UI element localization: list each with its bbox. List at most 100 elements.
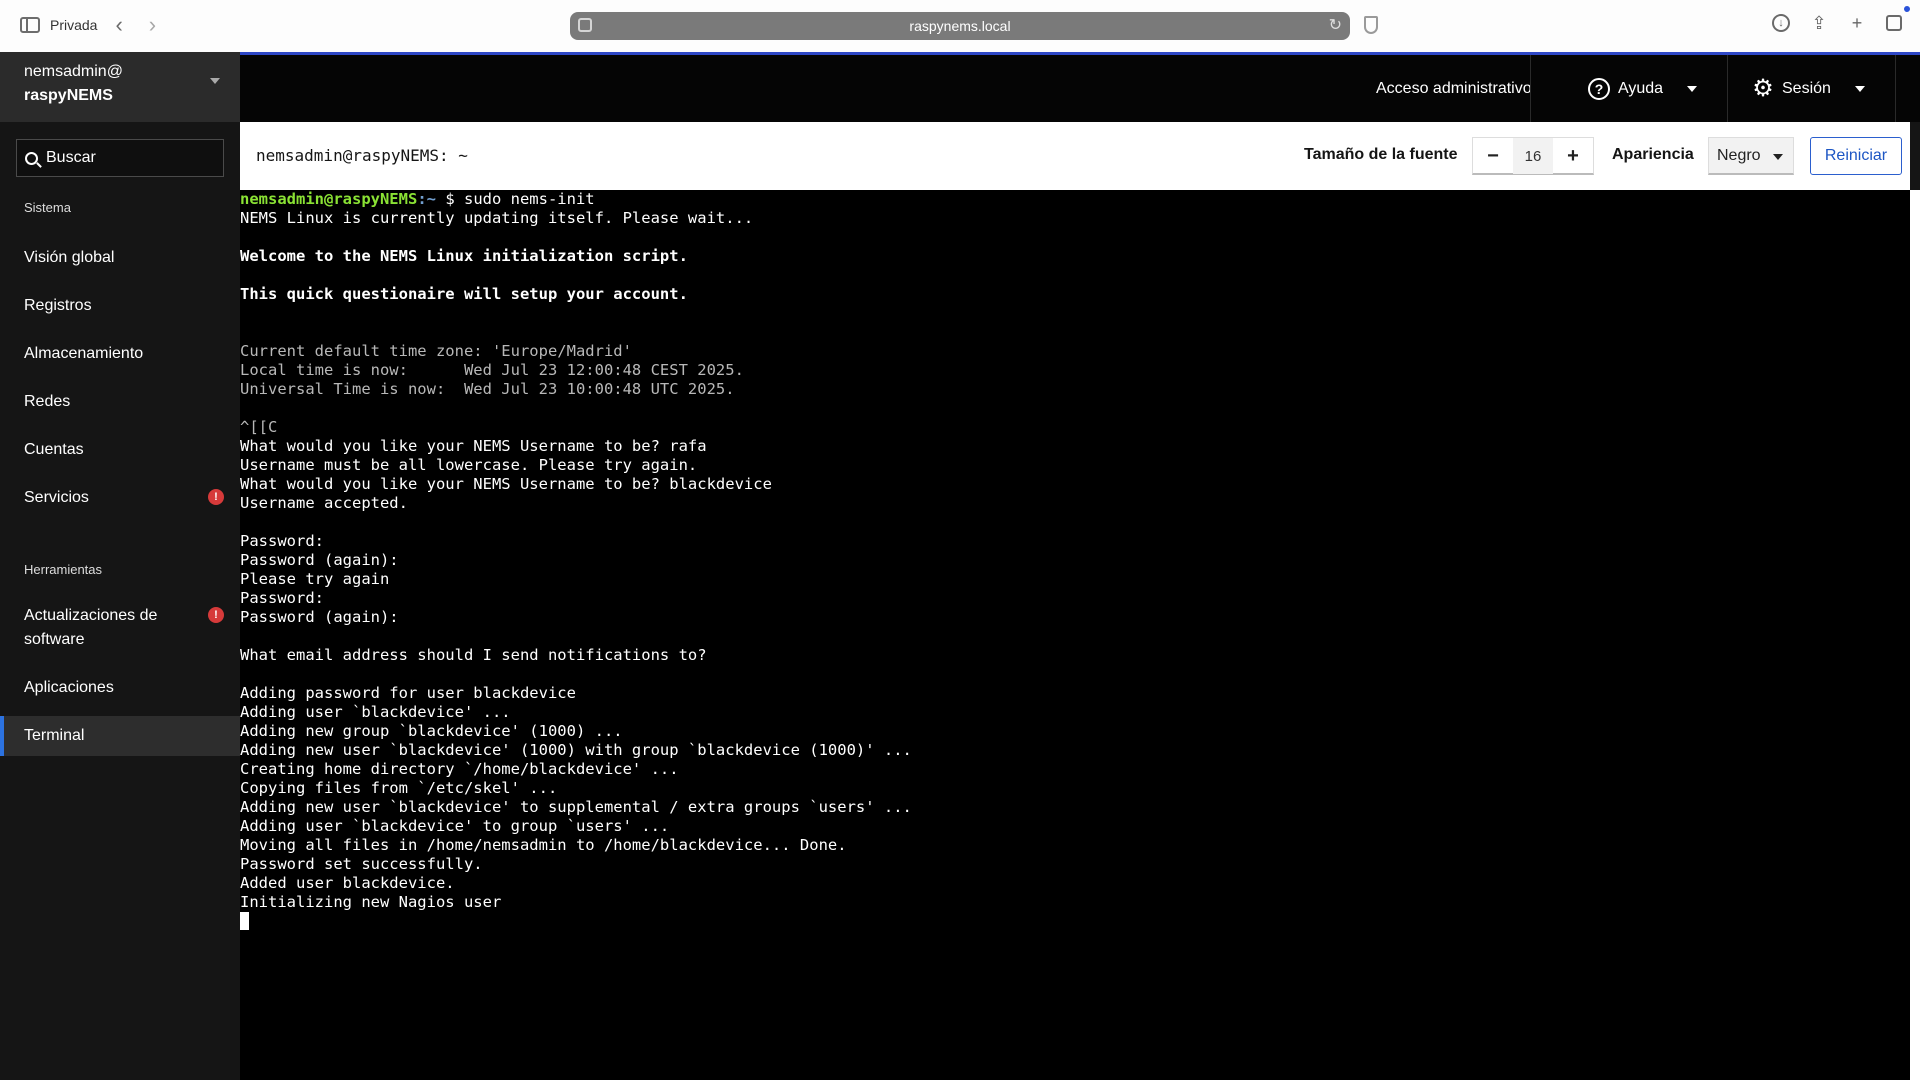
sidebar-item-overview[interactable]: Visión global [0,246,240,270]
terminal-line: Welcome to the NEMS Linux initialization… [240,247,688,265]
sidebar-item-label: Visión global [24,249,115,266]
terminal-line: What would you like your NEMS Username t… [240,437,707,455]
sidebar-item-logs[interactable]: Registros [0,294,240,318]
top-header: Acceso administrativo ? Ayuda ⚙ Sesión [240,55,1920,122]
terminal-line: What would you like your NEMS Username t… [240,475,772,493]
prompt-user: nemsadmin@raspyNEMS [240,190,418,208]
privacy-shield-icon[interactable] [1364,16,1378,34]
sidebar-item-terminal[interactable]: Terminal [0,716,240,756]
sidebar-item-label: Servicios [24,489,89,506]
terminal-output[interactable]: nemsadmin@raspyNEMS:~ $ sudo nems-init N… [240,190,1910,1080]
sidebar-item-label: Actualizaciones de software [24,607,158,648]
prompt-command: sudo nems-init [463,190,595,208]
session-label: Sesión [1782,79,1831,97]
terminal-toolbar: nemsadmin@raspyNEMS: ~ Tamaño de la fuen… [240,122,1910,190]
url-text: raspynems.local [909,18,1011,34]
header-divider [1727,55,1728,122]
sidebar-item-software-updates[interactable]: Actualizaciones de software ! [0,604,240,652]
search-input[interactable]: Buscar [16,139,224,177]
increase-font-button[interactable]: + [1553,138,1593,174]
address-bar[interactable]: raspynems.local ↻ [570,12,1350,40]
forward-icon[interactable]: › [141,14,164,36]
downloads-icon[interactable]: ↓ [1772,14,1790,32]
sidebar-item-label: Registros [24,297,92,314]
terminal-line: NEMS Linux is currently updating itself.… [240,209,754,227]
appearance-select[interactable]: Negro [1708,137,1794,175]
warning-badge-icon: ! [208,489,224,505]
sidebar-item-applications[interactable]: Aplicaciones [0,676,240,700]
session-menu-button[interactable]: ⚙ Sesión [1752,55,1865,122]
notification-dot [1904,6,1910,12]
private-label: Privada [50,17,98,33]
terminal-scrollbar[interactable] [1910,190,1920,1080]
terminal-line: Adding user `blackdevice' ... [240,703,511,721]
terminal-line: Creating home directory `/home/blackdevi… [240,760,679,778]
terminal-lines: NEMS Linux is currently updating itself.… [240,209,1910,912]
admin-access-label: Acceso administrativo [1376,79,1532,97]
reset-button[interactable]: Reiniciar [1810,137,1902,175]
help-menu-button[interactable]: ? Ayuda [1588,55,1698,122]
sidebar-item-label: Terminal [24,727,85,744]
font-size-label: Tamaño de la fuente [1304,146,1458,163]
terminal-line: Please try again [240,570,390,588]
terminal-line: Local time is now: Wed Jul 23 12:00:48 C… [240,361,744,379]
sidebar-item-label: Almacenamiento [24,345,144,362]
terminal-line: What email address should I send notific… [240,646,707,664]
terminal-line: Adding user `blackdevice' to group `user… [240,817,670,835]
share-icon[interactable]: ⇪ [1810,14,1828,32]
font-size-value[interactable]: 16 [1513,138,1553,174]
header-divider [1530,55,1531,122]
sidebar-item-services[interactable]: Servicios ! [0,486,240,510]
reload-icon[interactable]: ↻ [1329,15,1342,35]
terminal-line: Current default time zone: 'Europe/Madri… [240,342,632,360]
terminal-line: Adding password for user blackdevice [240,684,576,702]
appearance-label: Apariencia [1612,146,1694,163]
sidebar-item-storage[interactable]: Almacenamiento [0,342,240,366]
host-name: raspyNEMS [24,87,113,104]
warning-badge-icon: ! [208,607,224,623]
terminal-line: Username accepted. [240,494,408,512]
back-icon[interactable]: ‹ [107,14,130,36]
page-settings-icon[interactable] [578,18,592,32]
sidebar-item-accounts[interactable]: Cuentas [0,438,240,462]
terminal-line: Initializing new Nagios user [240,893,502,911]
terminal-line: Password (again): [240,551,399,569]
header-divider [1895,55,1896,122]
prompt-path: :~ [417,190,436,208]
help-icon: ? [1588,77,1610,100]
admin-access-button[interactable]: Acceso administrativo [1376,55,1532,122]
terminal-line: Adding new user `blackdevice' to supplem… [240,798,912,816]
chevron-down-icon [1687,85,1698,92]
terminal-line: Adding new group `blackdevice' (1000) ..… [240,722,623,740]
sidebar-item-label: Redes [24,393,71,410]
browser-right-controls: ↓ ⇪ + [1772,14,1902,32]
help-label: Ayuda [1618,79,1664,97]
terminal-line: ^[[C [240,418,278,436]
chevron-down-icon [1773,154,1783,160]
terminal-prompt-line: nemsadmin@raspyNEMS:~ $ sudo nems-init [240,190,1910,209]
chevron-down-icon [210,78,220,84]
terminal-line: Password set successfully. [240,855,483,873]
terminal-line: Password (again): [240,608,399,626]
gear-icon: ⚙ [1752,74,1774,102]
tab-overview-icon[interactable] [1886,15,1902,31]
terminal-cursor-line [240,912,1910,931]
host-switcher[interactable]: nemsadmin@ raspyNEMS [0,52,240,122]
new-tab-icon[interactable]: + [1848,14,1866,32]
sidebar-toggle-icon[interactable] [20,17,40,33]
sidebar-item-networking[interactable]: Redes [0,390,240,414]
terminal-cursor [240,912,249,930]
terminal-line: Added user blackdevice. [240,874,455,892]
decrease-font-button[interactable]: − [1473,138,1513,174]
terminal-line: Moving all files in /home/nemsadmin to /… [240,836,847,854]
section-title-system: Sistema [24,200,71,215]
search-icon [25,151,38,165]
terminal-line: Password: [240,589,324,607]
